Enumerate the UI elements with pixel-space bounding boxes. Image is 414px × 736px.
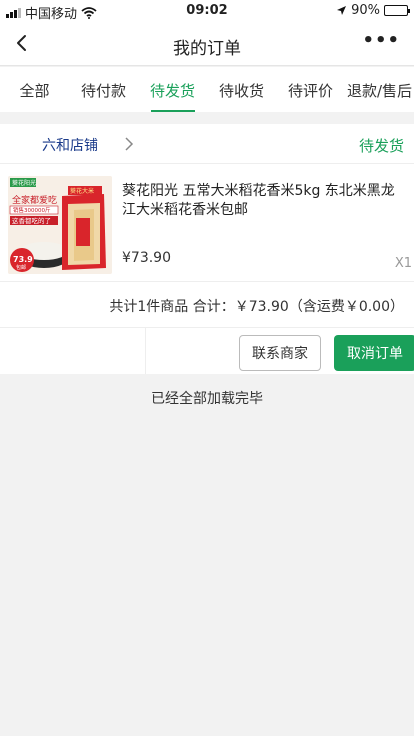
cancel-order-button[interactable]: 取消订单 — [334, 335, 414, 371]
list-end-message: 已经全部加载完毕 — [151, 391, 263, 407]
brand-badge-text: 葵花阳光 — [12, 179, 36, 187]
page-title: 我的订单 — [173, 39, 241, 59]
sales-badge-text: 销售300000斤 — [13, 206, 51, 214]
battery-percent: 90% — [351, 3, 380, 18]
shop-name[interactable]: 六和店铺 — [42, 135, 98, 155]
chevron-right-icon[interactable] — [122, 135, 136, 153]
tab-all[interactable]: 全部 — [0, 67, 69, 112]
more-options-icon[interactable]: ••• — [362, 30, 400, 51]
slogan-text: 这香都吃的了 — [12, 216, 51, 225]
product-price: ¥73.90 — [122, 250, 171, 266]
order-actions: 联系商家 取消订单 — [0, 328, 414, 374]
product-quantity: X1 — [394, 256, 412, 271]
tab-refund-aftersales[interactable]: 退款/售后 — [345, 67, 414, 112]
battery-icon — [384, 5, 410, 16]
tab-pending-review[interactable]: 待评价 — [276, 67, 345, 112]
banner-text: 全家都爱吃 — [12, 194, 57, 206]
product-item[interactable]: 葵花阳光 全家都爱吃 销售300000斤 这香都吃的了 葵花大米 73.9 包邮… — [0, 164, 414, 282]
product-image[interactable]: 葵花阳光 全家都爱吃 销售300000斤 这香都吃的了 葵花大米 73.9 包邮 — [8, 176, 112, 274]
status-right: 90% — [336, 3, 410, 18]
svg-text:葵花大米: 葵花大米 — [70, 187, 94, 195]
navigation-bar: 我的订单 ••• — [0, 22, 414, 66]
rice-bag-illustration: 葵花阳光 全家都爱吃 销售300000斤 这香都吃的了 葵花大米 73.9 包邮 — [8, 176, 112, 274]
order-card: 六和店铺 待发货 葵花阳光 全家都爱吃 销售300000斤 这香都吃的了 葵花大… — [0, 124, 414, 374]
contact-seller-button[interactable]: 联系商家 — [239, 335, 321, 371]
location-arrow-icon — [337, 6, 347, 15]
tab-pending-payment[interactable]: 待付款 — [69, 67, 138, 112]
actions-spacer — [0, 328, 146, 374]
order-status-label: 待发货 — [358, 137, 404, 155]
order-status-tabs: 全部 待付款 待发货 待收货 待评价 退款/售后 — [0, 67, 414, 112]
status-bar: 中国移动 09:02 90% — [0, 0, 414, 22]
tab-pending-shipment[interactable]: 待发货 — [138, 67, 207, 112]
shop-row[interactable]: 六和店铺 待发货 — [0, 124, 414, 164]
order-summary: 共计1件商品 合计：￥73.90（含运费￥0.00） — [0, 282, 414, 328]
tab-pending-receipt[interactable]: 待收货 — [207, 67, 276, 112]
price-tag-sub-text: 包邮 — [16, 264, 26, 271]
price-tag-text: 73.9 — [13, 255, 33, 264]
product-title[interactable]: 葵花阳光 五常大米稻花香米5kg 东北米黑龙江大米稻花香米包邮 — [122, 182, 408, 220]
